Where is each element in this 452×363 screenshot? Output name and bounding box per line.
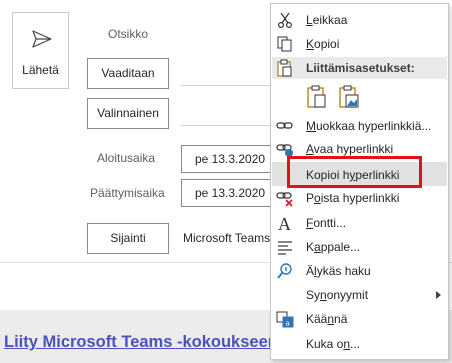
- menu-item-label: Kappale...: [306, 240, 361, 254]
- menu-item-synonyms[interactable]: Synonyymit: [272, 284, 447, 305]
- required-attendees-field[interactable]: [181, 85, 276, 86]
- menu-item-label: Fontti...: [306, 216, 347, 230]
- menu-item-who-is[interactable]: Kuka on...: [272, 333, 447, 354]
- menu-item-remove-hyperlink[interactable]: Poista hyperlinkki: [272, 187, 447, 208]
- end-date-input[interactable]: pe 13.3.2020: [181, 179, 276, 207]
- paste-options-row: [305, 84, 385, 112]
- optional-attendees-field[interactable]: [181, 125, 276, 126]
- translate-icon: a: [276, 311, 294, 328]
- smart-lookup-icon: [277, 263, 292, 279]
- end-time-label: Päättymisaika: [90, 186, 165, 200]
- menu-item-translate[interactable]: a Käännä: [272, 308, 447, 329]
- start-time-label: Aloitusaika: [97, 151, 156, 165]
- clipboard-icon: [277, 59, 292, 77]
- menu-item-label: Kuka on...: [306, 337, 361, 351]
- menu-item-edit-hyperlink[interactable]: Muokkaa hyperlinkkiä...: [272, 115, 447, 136]
- scissors-icon: [277, 12, 293, 29]
- location-input[interactable]: Microsoft Teams: [183, 231, 270, 245]
- font-icon: A: [278, 214, 291, 232]
- menu-item-label: Synonyymit: [306, 288, 369, 302]
- paste-picture-icon[interactable]: [337, 84, 361, 110]
- submenu-arrow-icon: [436, 291, 441, 299]
- highlight-annotation-box: [287, 156, 422, 188]
- paste-keep-formatting-icon[interactable]: [305, 84, 329, 110]
- menu-item-copy[interactable]: Kopioi: [272, 33, 447, 54]
- menu-item-label: Avaa hyperlinkki: [306, 142, 394, 156]
- menu-item-label: Älykäs haku: [306, 264, 371, 278]
- menu-item-label: Käännä: [306, 312, 348, 326]
- svg-text:a: a: [286, 320, 290, 328]
- location-button[interactable]: Sijainti: [87, 223, 169, 254]
- teams-meeting-link[interactable]: Liity Microsoft Teams -kokoukseen: [4, 333, 278, 352]
- send-icon: [32, 30, 52, 48]
- menu-item-label: Leikkaa: [306, 13, 348, 27]
- title-label: Otsikko: [108, 27, 149, 41]
- send-label: Lähetä: [22, 63, 59, 77]
- start-date-input[interactable]: pe 13.3.2020: [181, 145, 276, 173]
- menu-item-smart-lookup[interactable]: Älykäs haku: [272, 260, 447, 281]
- menu-item-font[interactable]: A Fontti...: [272, 212, 447, 233]
- send-button[interactable]: Lähetä: [12, 12, 69, 89]
- copy-icon: [277, 36, 292, 52]
- required-attendees-button[interactable]: Vaaditaan: [87, 58, 169, 89]
- svg-text:A: A: [278, 214, 291, 232]
- menu-item-cut[interactable]: Leikkaa: [272, 9, 447, 30]
- paragraph-icon: [278, 241, 292, 255]
- menu-item-label: Poista hyperlinkki: [306, 191, 400, 205]
- optional-attendees-button[interactable]: Valinnainen: [87, 98, 169, 129]
- menu-item-label: Liittämisasetukset:: [306, 61, 415, 75]
- menu-section-paste-options: Liittämisasetukset:: [272, 57, 447, 79]
- menu-item-paragraph[interactable]: Kappale...: [272, 236, 447, 257]
- edit-link-icon: [276, 122, 293, 129]
- menu-item-label: Muokkaa hyperlinkkiä...: [306, 119, 432, 133]
- remove-link-icon: [276, 192, 293, 207]
- menu-item-label: Kopioi: [306, 37, 340, 51]
